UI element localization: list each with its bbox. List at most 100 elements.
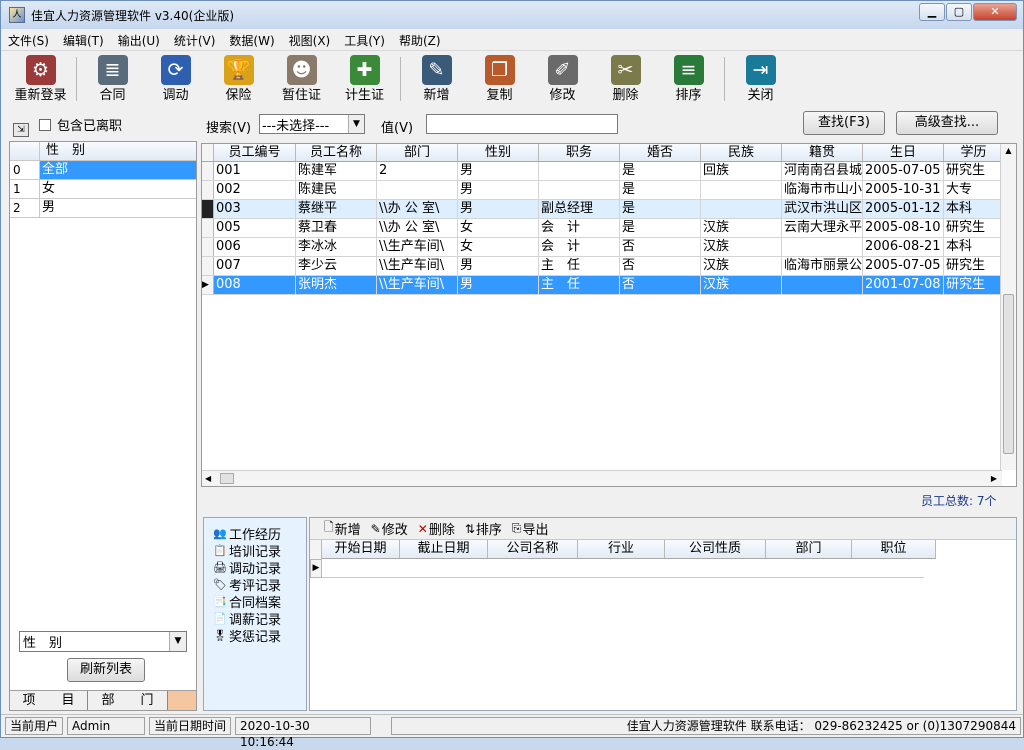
- column-header[interactable]: 员工编号: [214, 144, 296, 161]
- column-header[interactable]: 学历: [944, 144, 1004, 161]
- checkbox-box[interactable]: [39, 118, 51, 131]
- edit-icon: ✐: [547, 55, 578, 85]
- toolbar-insurance-button[interactable]: 🏆 保险: [207, 53, 270, 105]
- detail-sort-button[interactable]: ⇅ 排序: [465, 519, 502, 539]
- column-header[interactable]: 籍贯: [782, 144, 863, 161]
- toolbar-edit-button[interactable]: ✐ 修改: [531, 53, 594, 105]
- record-nav-item[interactable]: 🎖 奖惩记录: [204, 627, 306, 646]
- tab-items[interactable]: 项 目: [10, 691, 88, 710]
- scroll-left-icon[interactable]: ◀: [205, 471, 211, 486]
- column-header[interactable]: 职务: [539, 144, 620, 161]
- copy-icon: ❐: [484, 55, 515, 85]
- toolbar-relogin-button[interactable]: ⚙ 重新登录: [9, 53, 72, 105]
- toolbar-contract-button[interactable]: ≣ 合同: [81, 53, 144, 105]
- table-cell: 研究生: [944, 162, 1004, 180]
- vertical-scroll-thumb[interactable]: [1003, 294, 1014, 454]
- scroll-right-icon[interactable]: ▶: [991, 471, 997, 486]
- table-cell: 河南南召县城: [784, 162, 863, 180]
- toolbar-family-planning-button[interactable]: ✚ 计生证: [333, 53, 396, 105]
- menu-item-3[interactable]: 统计(V): [167, 32, 223, 49]
- menu-item-5[interactable]: 视图(X): [282, 32, 338, 49]
- value-input[interactable]: [426, 114, 618, 134]
- find-button[interactable]: 查找(F3): [803, 111, 885, 135]
- refresh-list-button[interactable]: 刷新列表: [67, 658, 145, 682]
- group-by-value: 性 别: [23, 636, 63, 651]
- table-cell: 临海市丽景公: [784, 257, 863, 275]
- status-datetime-label: 当前日期时间: [149, 716, 232, 735]
- toolbar-copy-button[interactable]: ❐ 复制: [468, 53, 531, 105]
- column-header[interactable]: 员工名称: [296, 144, 377, 161]
- include-left-checkbox[interactable]: 包含已离职: [39, 115, 122, 134]
- record-nav-item[interactable]: 📄 调薪记录: [204, 610, 306, 629]
- menu-item-1[interactable]: 编辑(T): [56, 32, 111, 49]
- chevron-down-icon[interactable]: ▼: [169, 632, 186, 651]
- column-header[interactable]: 婚否: [620, 144, 701, 161]
- filter-icon[interactable]: ⇲: [13, 123, 29, 137]
- toolbar-sort-button[interactable]: ≡ 排序: [657, 53, 720, 105]
- menu-item-7[interactable]: 帮助(Z): [392, 32, 448, 49]
- record-nav-item[interactable]: 📑 合同档案: [204, 593, 306, 612]
- column-header[interactable]: 部门: [377, 144, 458, 161]
- table-row[interactable]: 003 蔡继平 \\办 公 室\ 男副总经理是 武汉市洪山区 2005-01-12 本科: [202, 200, 1016, 219]
- export-icon: ⎘: [511, 521, 522, 535]
- detail-column-header[interactable]: 部门: [766, 540, 852, 559]
- record-nav-item[interactable]: 🏷 考评记录: [204, 576, 306, 595]
- toolbar-label: 调动: [162, 88, 189, 103]
- search-field-select[interactable]: ---未选择--- ▼: [259, 114, 365, 134]
- menu-item-2[interactable]: 输出(U): [111, 32, 167, 49]
- tab-departments[interactable]: 部 门: [88, 691, 168, 710]
- table-cell: 005: [214, 219, 296, 237]
- advanced-find-button[interactable]: 高级查找...: [896, 111, 998, 135]
- horizontal-scrollbar[interactable]: ◀ ▶: [202, 470, 1002, 486]
- detail-edit-button[interactable]: ✎ 修改: [371, 519, 408, 539]
- detail-column-header[interactable]: 公司名称: [488, 540, 578, 559]
- toolbar-delete-button[interactable]: ✂ 删除: [594, 53, 657, 105]
- column-header[interactable]: 性别: [458, 144, 539, 161]
- horizontal-scroll-thumb[interactable]: [220, 473, 234, 484]
- table-row[interactable]: 007 李少云 \\生产车间\ 男主 任否汉族 临海市丽景公 2005-07-05 研究生: [202, 257, 1016, 276]
- group-by-select[interactable]: 性 别 ▼: [19, 631, 187, 652]
- table-row[interactable]: 005 蔡卫春 \\办 公 室\ 女会 计是汉族 云南大理永平 2005-08-10 研究生: [202, 219, 1016, 238]
- column-header[interactable]: 民族: [701, 144, 782, 161]
- detail-column-header[interactable]: 公司性质: [665, 540, 766, 559]
- column-header[interactable]: 生日: [863, 144, 944, 161]
- detail-delete-button[interactable]: ✕ 删除: [418, 519, 455, 539]
- detail-column-header[interactable]: 职位: [852, 540, 936, 559]
- record-nav-item[interactable]: 📋 培训记录: [204, 542, 306, 561]
- table-cell: 男: [458, 162, 539, 180]
- toolbar-transfer-button[interactable]: ⟳ 调动: [144, 53, 207, 105]
- toolbar-new-button[interactable]: ✎ 新增: [405, 53, 468, 105]
- table-row[interactable]: ▶ 008 张明杰 \\生产车间\ 男主 任否汉族 2001-07-08 研究生: [202, 276, 1016, 295]
- record-nav-label: 奖惩记录: [229, 630, 282, 645]
- minimize-button[interactable]: ▁: [919, 3, 945, 21]
- group-row-index: 2: [10, 199, 40, 217]
- detail-column-header[interactable]: 截止日期: [400, 540, 488, 559]
- detail-export-button[interactable]: ⎘ 导出: [512, 519, 549, 538]
- employee-table: 员工编号 员工名称 部门 性别 职务 婚否 民族 籍贯 生日 学历 001 陈建军 2 男是回族 河南南召…: [201, 143, 1017, 487]
- maximize-button[interactable]: ▢: [946, 3, 972, 21]
- chevron-down-icon[interactable]: ▼: [348, 115, 364, 133]
- row-header: [202, 219, 214, 237]
- toolbar-close-app-button[interactable]: ⇥ 关闭: [729, 53, 792, 105]
- detail-column-header[interactable]: 开始日期: [322, 540, 400, 559]
- table-row[interactable]: 006 李冰冰 \\生产车间\ 女会 计否汉族 2006-08-21 本科: [202, 238, 1016, 257]
- group-row[interactable]: 0 全部: [10, 161, 196, 180]
- group-row[interactable]: 1女: [10, 180, 196, 199]
- menu-item-4[interactable]: 数据(W): [222, 32, 281, 49]
- menu-item-0[interactable]: 文件(S): [1, 32, 56, 49]
- table-row[interactable]: 001 陈建军 2 男 是回族 河南南召县城 2005-07-05 研究生: [202, 162, 1016, 181]
- close-button[interactable]: ✕: [973, 3, 1017, 21]
- detail-new-button[interactable]: 🗋 新增: [324, 518, 361, 539]
- vertical-scrollbar[interactable]: ▲: [1000, 144, 1016, 470]
- record-nav-item[interactable]: 👥 工作经历: [204, 525, 306, 544]
- detail-empty-row[interactable]: [322, 559, 924, 578]
- toolbar-residence-permit-button[interactable]: ☻ 暂住证: [270, 53, 333, 105]
- detail-column-header[interactable]: 行业: [578, 540, 665, 559]
- table-row[interactable]: 002 陈建民 男 是 临海市市山小 2005-10-31 大专: [202, 181, 1016, 200]
- group-grid-corner: [10, 142, 40, 160]
- group-row[interactable]: 2男: [10, 199, 196, 218]
- group-grid-header: 性 别: [10, 142, 196, 161]
- menu-item-6[interactable]: 工具(Y): [337, 32, 392, 49]
- scroll-up-icon[interactable]: ▲: [1001, 144, 1016, 158]
- record-nav-item[interactable]: 🖨 调动记录: [204, 559, 306, 578]
